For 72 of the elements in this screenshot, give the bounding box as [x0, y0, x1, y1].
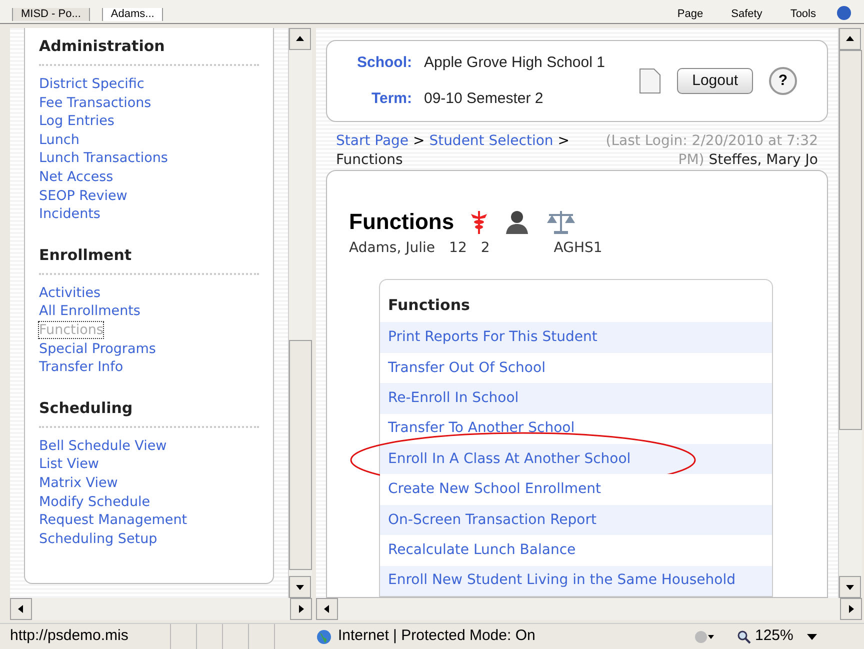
- vertical-scrollbar[interactable]: [288, 28, 312, 598]
- function-link[interactable]: Create New School Enrollment: [388, 479, 602, 500]
- sidebar-link[interactable]: Special Programs: [39, 340, 156, 357]
- scroll-right-button[interactable]: [290, 598, 312, 620]
- function-link[interactable]: Recalculate Lunch Balance: [388, 540, 576, 561]
- term-label: Term:: [370, 89, 412, 110]
- scroll-up-button[interactable]: [289, 28, 311, 50]
- sidebar-link[interactable]: List View: [39, 456, 99, 472]
- school-label: School:: [357, 52, 412, 73]
- sidebar-link[interactable]: Transfer Info: [39, 359, 124, 376]
- sidebar-link[interactable]: Bell Schedule View: [39, 438, 167, 454]
- term-value: 09-10 Semester 2: [424, 89, 544, 110]
- sidebar-link[interactable]: Scheduling Setup: [39, 530, 158, 547]
- sidebar-link[interactable]: Lunch: [39, 132, 80, 148]
- caduceus-icon: [470, 208, 488, 235]
- horizontal-scrollbar[interactable]: [10, 598, 312, 620]
- sidebar-link[interactable]: Net Access: [39, 168, 114, 185]
- sidebar-link[interactable]: Log Entries: [39, 113, 114, 130]
- sidebar-link[interactable]: Incidents: [39, 206, 100, 222]
- sidebar-link[interactable]: SEOP Review: [39, 188, 128, 204]
- toolbar-menu[interactable]: Safety: [723, 8, 770, 21]
- scroll-down-button[interactable]: [839, 576, 861, 598]
- scroll-up-button[interactable]: [839, 28, 861, 50]
- horizontal-scrollbar[interactable]: [316, 598, 862, 620]
- vertical-scrollbar[interactable]: [838, 28, 862, 598]
- sidebar-link[interactable]: District Specific: [39, 76, 144, 92]
- scroll-left-button[interactable]: [10, 598, 32, 620]
- scales-icon: [546, 208, 576, 235]
- browser-tab[interactable]: MISD - Po...: [12, 8, 90, 21]
- globe-icon: [316, 628, 332, 644]
- school-name: Apple Grove High School 1: [424, 52, 605, 73]
- functions-heading: Functions: [387, 295, 471, 316]
- person-icon: [504, 210, 530, 234]
- sidebar-link[interactable]: Lunch Transactions: [39, 150, 168, 166]
- sidebar-link[interactable]: Matrix View: [39, 474, 118, 491]
- breadcrumb-separator: >: [413, 133, 425, 150]
- student-info: Adams, Julie: [349, 239, 436, 258]
- breadcrumb-link[interactable]: Student Selection: [429, 133, 554, 150]
- sidebar-link[interactable]: Request Management: [39, 512, 188, 528]
- help-button[interactable]: ?: [769, 67, 797, 96]
- section-heading: Administration: [39, 36, 166, 56]
- scroll-down-button[interactable]: [289, 576, 311, 598]
- security-zone: Internet | Protected Mode: On: [338, 626, 536, 646]
- logout-button[interactable]: Logout: [677, 68, 753, 94]
- page-title: Functions: [349, 208, 454, 236]
- sidebar-link[interactable]: Fee Transactions: [39, 94, 152, 111]
- section-heading: Scheduling: [39, 398, 134, 418]
- student-info: AGHS1: [554, 239, 602, 258]
- scroll-left-button[interactable]: [316, 598, 338, 620]
- function-link[interactable]: Transfer To Another School: [388, 418, 575, 440]
- toolbar-menu[interactable]: Page: [669, 8, 712, 21]
- breadcrumb-link[interactable]: Start Page: [336, 133, 409, 150]
- function-link[interactable]: Transfer Out Of School: [388, 358, 546, 379]
- zoom-icon: [737, 630, 751, 644]
- sidebar-link[interactable]: Modify Schedule: [39, 494, 150, 510]
- student-info: 2: [480, 239, 490, 258]
- section-heading: Enrollment: [39, 244, 133, 265]
- status-url: http://psdemo.mis: [9, 626, 130, 646]
- scroll-right-button[interactable]: [840, 598, 862, 620]
- breadcrumb-separator: >: [558, 133, 570, 150]
- sidebar-link[interactable]: All Enrollments: [39, 303, 140, 320]
- student-info: 12: [449, 239, 467, 258]
- browser-tab[interactable]: Adams...: [102, 8, 164, 21]
- scroll-thumb[interactable]: [839, 50, 862, 430]
- document-icon[interactable]: [639, 68, 662, 94]
- toolbar-menu[interactable]: Tools: [782, 8, 824, 21]
- caret-icon: [807, 632, 818, 640]
- breadcrumb-current: Functions: [336, 152, 403, 168]
- scroll-thumb[interactable]: [289, 340, 312, 570]
- sidebar-link[interactable]: Activities: [39, 284, 101, 301]
- zoom-level[interactable]: 125%: [755, 625, 818, 648]
- login-info: (Last Login: 2/20/2010 at 7:32 PM) Steffes, Mary Jo: [604, 132, 818, 170]
